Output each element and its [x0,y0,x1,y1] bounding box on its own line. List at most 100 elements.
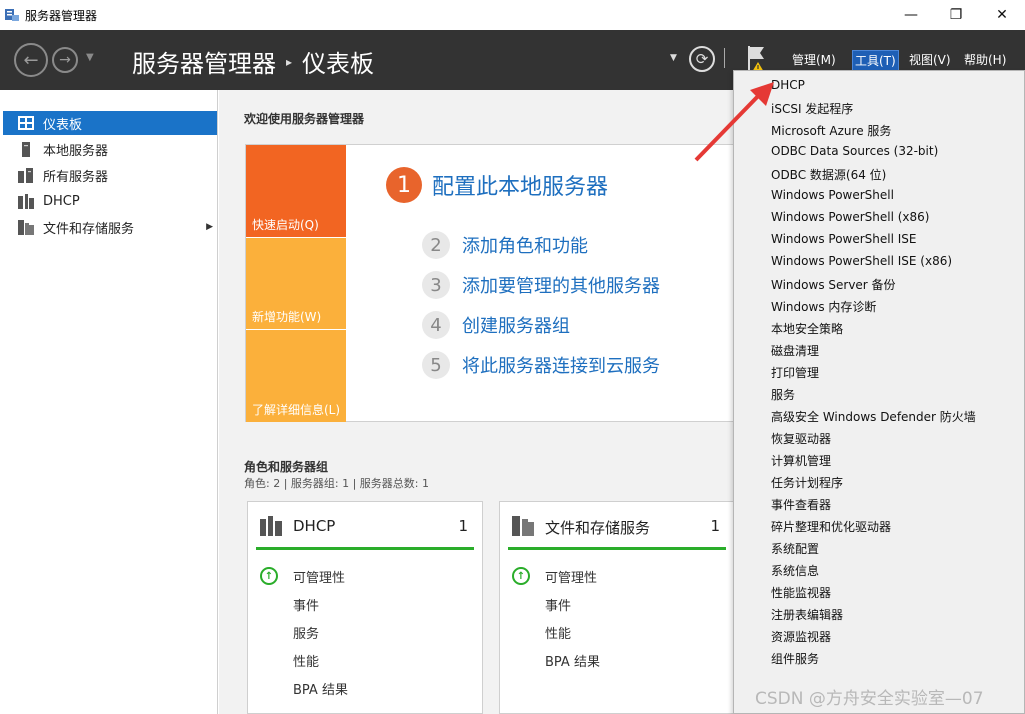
breadcrumb-separator-icon: ▸ [286,54,293,69]
card-row-events[interactable]: 事件 [545,595,571,614]
maximize-button[interactable]: ❐ [933,0,979,30]
sidebar-item-label: 仪表板 [43,117,83,133]
card-row-services[interactable]: 服务 [293,623,319,642]
menu-item-resource-monitor[interactable]: 资源监视器 [771,628,831,645]
status-bar [256,547,474,550]
menu-item-server-backup[interactable]: Windows Server 备份 [771,276,896,293]
step-number: 3 [422,271,450,299]
sidebar-item-label: 所有服务器 [43,169,109,185]
breadcrumb: 服务器管理器 ▸ 仪表板 [132,44,374,79]
menu-item-dhcp[interactable]: DHCP [771,78,805,92]
title-bar: 服务器管理器 — ❐ ✕ [0,0,1025,30]
card-count: 1 [710,517,720,535]
menu-item-defender-firewall[interactable]: 高级安全 Windows Defender 防火墙 [771,408,976,425]
sidebar: 仪表板 本地服务器 所有服务器 DHCP 文件和存储服务 ▶ [0,90,218,714]
card-row-performance[interactable]: 性能 [545,623,571,642]
sidebar-item-dashboard[interactable]: 仪表板 [3,111,217,135]
refresh-button[interactable]: ⟳ [689,46,715,72]
card-row-events[interactable]: 事件 [293,595,319,614]
card-row-manageability[interactable]: 可管理性 [293,567,345,586]
step-add-servers[interactable]: 3 添加要管理的其他服务器 [422,271,660,299]
history-dropdown[interactable]: ▼ [86,52,94,63]
tile-quick-start[interactable]: 快速启动(Q) [246,145,346,237]
menu-item-powershell[interactable]: Windows PowerShell [771,188,894,202]
tile-learn-more[interactable]: 了解详细信息(L) [246,330,346,422]
menu-item-local-security-policy[interactable]: 本地安全策略 [771,320,843,337]
menu-item-component-services[interactable]: 组件服务 [771,650,819,667]
menu-item-powershell-x86[interactable]: Windows PowerShell (x86) [771,210,929,224]
step-add-roles[interactable]: 2 添加角色和功能 [422,231,588,259]
menu-item-disk-cleanup[interactable]: 磁盘清理 [771,342,819,359]
sidebar-item-dhcp[interactable]: DHCP [3,189,217,213]
card-row-bpa[interactable]: BPA 结果 [545,651,600,670]
menu-item-performance-monitor[interactable]: 性能监视器 [771,584,831,601]
card-row-manageability[interactable]: 可管理性 [545,567,597,586]
menu-item-azure[interactable]: Microsoft Azure 服务 [771,122,891,139]
menu-item-event-viewer[interactable]: 事件查看器 [771,496,831,513]
forward-button[interactable]: → [52,47,78,73]
local-server-icon [17,141,35,157]
step-link[interactable]: 添加要管理的其他服务器 [462,272,660,298]
menu-item-powershell-ise-x86[interactable]: Windows PowerShell ISE (x86) [771,254,952,268]
card-row-bpa[interactable]: BPA 结果 [293,679,348,698]
step-link[interactable]: 将此服务器连接到云服务 [462,352,660,378]
sidebar-item-label: DHCP [43,193,80,209]
menu-manage[interactable]: 管理(M) [790,50,838,69]
step-number: 4 [422,311,450,339]
role-card-dhcp[interactable]: DHCP 1 ↑ 可管理性 事件 服务 性能 BPA 结果 [247,501,483,714]
step-link[interactable]: 配置此本地服务器 [432,169,608,201]
menu-item-recovery-drive[interactable]: 恢复驱动器 [771,430,831,447]
menu-item-system-information[interactable]: 系统信息 [771,562,819,579]
step-configure-local-server[interactable]: 1 配置此本地服务器 [386,167,608,203]
card-row-performance[interactable]: 性能 [293,651,319,670]
menu-item-iscsi[interactable]: iSCSI 发起程序 [771,100,853,117]
roles-summary: 角色: 2 | 服务器组: 1 | 服务器总数: 1 [244,477,430,490]
card-title[interactable]: DHCP [293,517,335,535]
watermark: CSDN @方舟安全实验室—07 [755,689,984,709]
menu-item-computer-management[interactable]: 计算机管理 [771,452,831,469]
step-number: 5 [422,351,450,379]
role-card-file-storage[interactable]: 文件和存储服务 1 ↑ 可管理性 事件 性能 BPA 结果 [499,501,735,714]
page-title: 仪表板 [302,50,375,78]
file-storage-icon [17,219,35,235]
arrow-left-icon: ← [23,49,39,71]
refresh-dropdown[interactable]: ▼ [670,53,677,63]
close-button[interactable]: ✕ [979,0,1025,30]
menu-item-memory-diagnostic[interactable]: Windows 内存诊断 [771,298,876,315]
menu-item-powershell-ise[interactable]: Windows PowerShell ISE [771,232,917,246]
card-title[interactable]: 文件和存储服务 [545,517,650,538]
expand-arrow-icon[interactable]: ▶ [206,222,213,232]
status-ok-icon: ↑ [512,567,530,585]
sidebar-item-all-servers[interactable]: 所有服务器 [3,163,217,187]
menu-tools[interactable]: 工具(T) [852,50,899,71]
back-button[interactable]: ← [14,43,48,77]
menu-item-registry-editor[interactable]: 注册表编辑器 [771,606,843,623]
menu-item-odbc64[interactable]: ODBC 数据源(64 位) [771,166,886,183]
tile-whats-new[interactable]: 新增功能(W) [246,238,346,329]
menu-view[interactable]: 视图(V) [907,50,953,69]
menu-item-task-scheduler[interactable]: 任务计划程序 [771,474,843,491]
tools-menu: DHCP iSCSI 发起程序 Microsoft Azure 服务 ODBC … [733,70,1025,714]
menu-item-odbc32[interactable]: ODBC Data Sources (32-bit) [771,144,938,158]
status-ok-icon: ↑ [260,567,278,585]
arrow-right-icon: → [59,52,71,68]
menu-item-print-management[interactable]: 打印管理 [771,364,819,381]
main-content: 欢迎使用服务器管理器 快速启动(Q) 新增功能(W) 了解详细信息(L) 1 配… [219,90,739,714]
sidebar-item-file-storage[interactable]: 文件和存储服务 ▶ [3,215,217,239]
step-number: 2 [422,231,450,259]
roles-heading: 角色和服务器组 [244,460,329,474]
quick-start-panel: 快速启动(Q) 新增功能(W) 了解详细信息(L) 1 配置此本地服务器 2 添… [245,144,739,422]
step-connect-cloud[interactable]: 5 将此服务器连接到云服务 [422,351,660,379]
breadcrumb-app[interactable]: 服务器管理器 [132,44,276,79]
menu-help[interactable]: 帮助(H) [962,50,1008,69]
step-link[interactable]: 创建服务器组 [462,312,570,338]
step-create-group[interactable]: 4 创建服务器组 [422,311,570,339]
menu-item-services[interactable]: 服务 [771,386,795,403]
server-manager-icon [5,9,19,21]
sidebar-item-local-server[interactable]: 本地服务器 [3,137,217,161]
menu-item-defragment[interactable]: 碎片整理和优化驱动器 [771,518,891,535]
sidebar-item-label: 本地服务器 [43,143,109,159]
minimize-button[interactable]: — [888,0,934,30]
menu-item-system-configuration[interactable]: 系统配置 [771,540,819,557]
step-link[interactable]: 添加角色和功能 [462,232,588,258]
